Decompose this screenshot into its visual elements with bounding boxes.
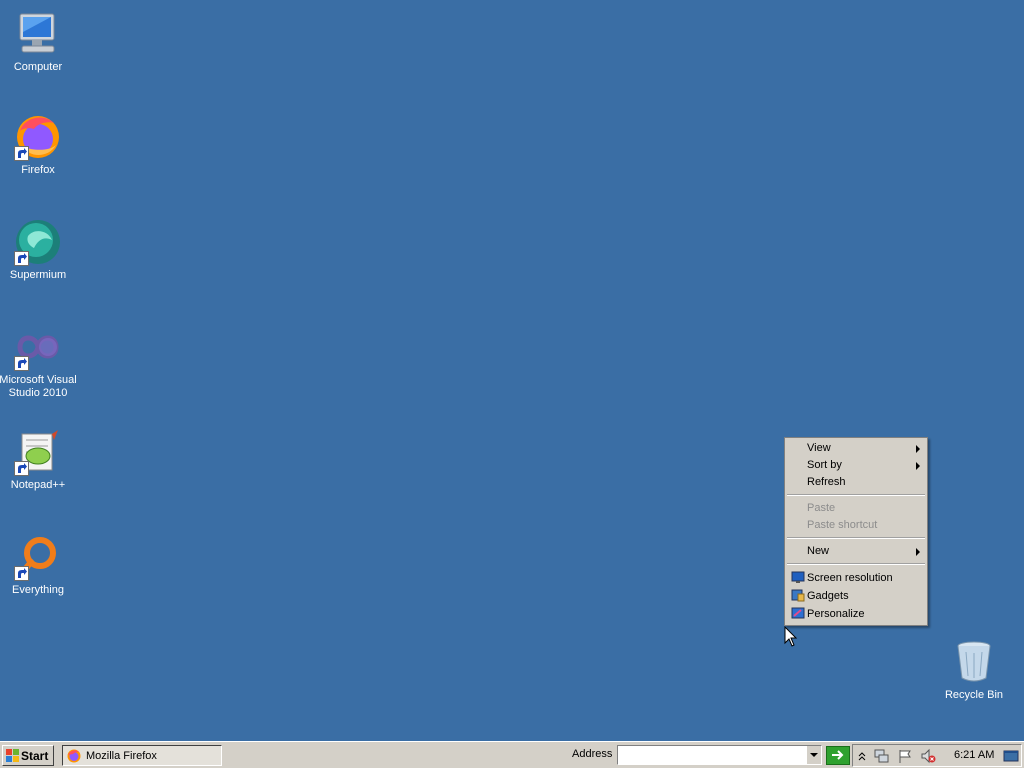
shortcut-arrow-icon — [14, 146, 29, 161]
windows-logo-icon — [6, 749, 19, 762]
menu-item-paste[interactable]: Paste — [787, 500, 925, 517]
menu-item-screen-resolution[interactable]: Screen resolution — [787, 570, 925, 587]
shortcut-arrow-icon — [14, 251, 29, 266]
shortcut-arrow-icon — [14, 566, 29, 581]
address-label: Address — [572, 748, 613, 760]
visual-studio-icon — [14, 323, 62, 371]
desktop-icon-computer[interactable]: Computer — [0, 10, 78, 74]
menu-item-personalize[interactable]: Personalize — [787, 606, 925, 623]
taskbar-button-firefox[interactable]: Mozilla Firefox — [62, 745, 222, 766]
desktop-icon-label: Everything — [12, 584, 64, 596]
everything-icon — [14, 533, 62, 581]
gadgets-icon — [791, 589, 805, 602]
screen-resolution-icon — [791, 571, 805, 584]
desktop-icon-visual-studio[interactable]: Microsoft Visual Studio 2010 — [0, 323, 78, 400]
desktop-icon-label: Recycle Bin — [944, 689, 1004, 701]
submenu-arrow-icon — [916, 445, 920, 453]
shortcut-arrow-icon — [14, 356, 29, 371]
submenu-arrow-icon — [916, 462, 920, 470]
flag-icon[interactable] — [897, 748, 913, 764]
menu-item-new[interactable]: New — [787, 543, 925, 560]
desktop-icon-supermium[interactable]: Supermium — [0, 218, 78, 282]
show-desktop-icon[interactable] — [1003, 748, 1019, 764]
shortcut-arrow-icon — [14, 461, 29, 476]
menu-item-view[interactable]: View — [787, 440, 925, 457]
submenu-arrow-icon — [916, 548, 920, 556]
menu-separator — [787, 494, 925, 496]
desktop-icon-label: Supermium — [9, 269, 67, 281]
chevron-up-icon[interactable] — [854, 748, 870, 764]
menu-item-refresh[interactable]: Refresh — [787, 474, 925, 491]
address-dropdown-button[interactable] — [806, 746, 821, 764]
desktop-icon-label: Computer — [13, 61, 63, 73]
firefox-icon — [67, 749, 81, 763]
system-tray: 6:21 AM — [852, 744, 1022, 767]
clock[interactable]: 6:21 AM — [954, 749, 994, 761]
desktop-icon-label: Firefox — [21, 164, 55, 176]
menu-item-paste-shortcut[interactable]: Paste shortcut — [787, 517, 925, 534]
address-go-button[interactable] — [826, 746, 850, 765]
desktop-icon-label: Microsoft Visual Studio 2010 — [0, 374, 77, 399]
desktop-icon-recycle-bin[interactable]: Recycle Bin — [934, 638, 1014, 702]
recycle-bin-icon — [950, 638, 998, 686]
network-icon[interactable] — [873, 748, 889, 764]
menu-separator — [787, 537, 925, 539]
desktop-context-menu: View Sort by Refresh Paste Paste shortcu… — [784, 437, 928, 626]
supermium-icon — [14, 218, 62, 266]
address-input[interactable] — [617, 745, 822, 765]
notepadpp-icon — [14, 428, 62, 476]
desktop-icon-everything[interactable]: Everything — [0, 533, 78, 597]
desktop-icon-notepadpp[interactable]: Notepad++ — [0, 428, 78, 492]
start-button[interactable]: Start — [2, 745, 54, 766]
menu-item-sort-by[interactable]: Sort by — [787, 457, 925, 474]
desktop-icon-firefox[interactable]: Firefox — [0, 113, 78, 177]
computer-icon — [14, 10, 62, 58]
personalize-icon — [791, 607, 805, 620]
mouse-cursor-icon — [784, 625, 798, 648]
taskbar: Start Mozilla Firefox Address 6:21 AM — [0, 741, 1024, 768]
menu-separator — [787, 563, 925, 565]
volume-muted-icon[interactable] — [920, 748, 936, 764]
firefox-icon — [14, 113, 62, 161]
menu-item-gadgets[interactable]: Gadgets — [787, 588, 925, 605]
desktop-icon-label: Notepad++ — [10, 479, 66, 491]
